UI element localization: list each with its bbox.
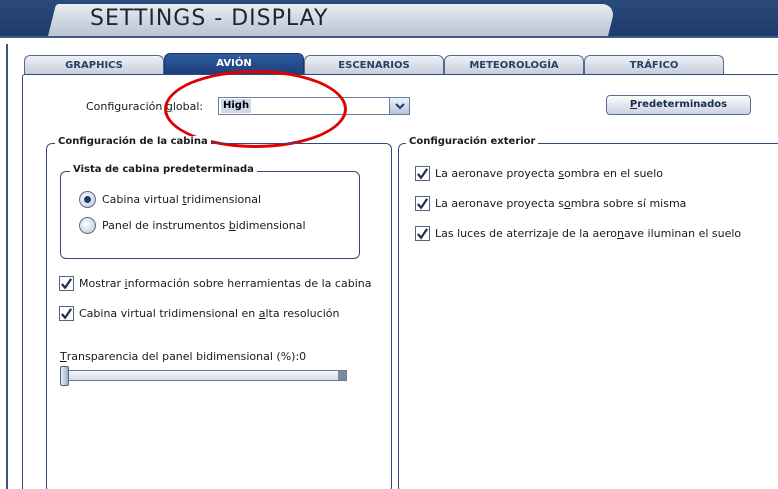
- exterior-settings-title: Configuración exterior: [406, 136, 539, 147]
- radio-button[interactable]: [79, 217, 96, 234]
- checkbox-shadow-ground[interactable]: La aeronave proyecta sombra en el suelo: [415, 166, 663, 181]
- tab-bar: GRAPHICS AVIÓN ESCENARIOS METEOROLOGÍA T…: [24, 53, 724, 75]
- checkbox[interactable]: [415, 166, 430, 181]
- slider-end-cap: [338, 371, 346, 380]
- cockpit-settings-title: Configuración de la cabina: [55, 136, 211, 147]
- tab-trafico[interactable]: TRÁFICO: [584, 55, 724, 75]
- checkbox-label: La aeronave proyecta sombra en el suelo: [435, 167, 663, 180]
- tab-avion[interactable]: AVIÓN: [164, 53, 304, 75]
- checkmark-icon: [417, 227, 429, 240]
- radio-selected-dot: [84, 196, 91, 203]
- checkmark-icon: [61, 307, 73, 320]
- exterior-settings-group: [398, 143, 778, 489]
- radio-virtual-cockpit[interactable]: Cabina virtual tridimensional: [79, 191, 261, 208]
- radio-button[interactable]: [79, 191, 96, 208]
- transparency-slider[interactable]: [62, 370, 347, 381]
- global-config-select[interactable]: High: [218, 97, 410, 115]
- transparency-label: Transparencia del panel bidimensional (%…: [60, 350, 307, 363]
- radio-2d-panel[interactable]: Panel de instrumentos bidimensional: [79, 217, 306, 234]
- window-title: SETTINGS - DISPLAY: [90, 6, 329, 31]
- transparency-value: 0: [299, 350, 307, 363]
- checkbox[interactable]: [415, 196, 430, 211]
- checkmark-icon: [417, 167, 429, 180]
- default-view-group: [60, 171, 360, 259]
- checkbox-label: Las luces de aterrizaje de la aeronave i…: [435, 227, 742, 240]
- global-config-value: High: [221, 99, 252, 113]
- global-config-label: Configuración global:: [86, 100, 204, 113]
- checkmark-icon: [417, 197, 429, 210]
- chevron-down-icon[interactable]: [389, 98, 409, 114]
- tab-escenarios[interactable]: ESCENARIOS: [304, 55, 444, 75]
- radio-label: Panel de instrumentos bidimensional: [102, 219, 306, 232]
- checkbox-cockpit-tooltips[interactable]: Mostrar información sobre herramientas d…: [59, 276, 371, 291]
- checkbox[interactable]: [59, 276, 74, 291]
- radio-label: Cabina virtual tridimensional: [102, 193, 262, 206]
- tab-meteorologia[interactable]: METEOROLOGÍA: [444, 55, 584, 75]
- checkmark-icon: [61, 277, 73, 290]
- checkbox-label: Cabina virtual tridimensional en alta re…: [79, 307, 340, 320]
- checkbox[interactable]: [415, 226, 430, 241]
- checkbox-label: Mostrar información sobre herramientas d…: [79, 277, 372, 290]
- transparency-slider-thumb[interactable]: [60, 366, 69, 386]
- checkbox-label: La aeronave proyecta sombra sobre sí mis…: [435, 197, 687, 210]
- tab-graphics[interactable]: GRAPHICS: [24, 55, 164, 75]
- checkbox-self-shadow[interactable]: La aeronave proyecta sombra sobre sí mis…: [415, 196, 686, 211]
- defaults-button[interactable]: Predeterminados: [606, 95, 751, 115]
- checkbox-high-res-cockpit[interactable]: Cabina virtual tridimensional en alta re…: [59, 306, 339, 321]
- checkbox-landing-lights[interactable]: Las luces de aterrizaje de la aeronave i…: [415, 226, 741, 241]
- default-view-title: Vista de cabina predeterminada: [70, 164, 257, 175]
- checkbox[interactable]: [59, 306, 74, 321]
